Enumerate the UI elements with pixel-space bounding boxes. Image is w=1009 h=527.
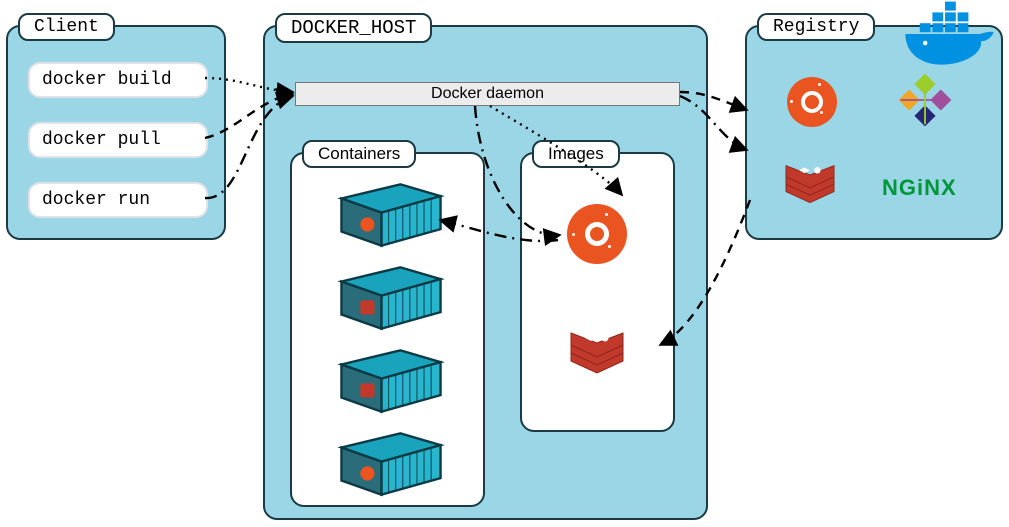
cmd-docker-pull: docker pull xyxy=(28,122,208,158)
container-icon xyxy=(332,262,450,334)
cmd-docker-build: docker build xyxy=(28,62,208,98)
ubuntu-icon xyxy=(567,204,627,269)
images-panel: Images xyxy=(520,152,675,432)
container-icon xyxy=(332,345,450,417)
cmd-docker-run: docker run xyxy=(28,182,208,218)
redis-icon xyxy=(567,329,627,386)
docker-whale-icon xyxy=(900,0,1008,75)
client-panel: Client docker build docker pull docker r… xyxy=(6,25,226,240)
centos-icon xyxy=(897,72,953,133)
containers-panel: Containers xyxy=(290,152,485,507)
client-label: Client xyxy=(18,13,115,41)
docker-daemon-bar: Docker daemon xyxy=(295,82,680,106)
container-icon xyxy=(332,179,450,251)
containers-label: Containers xyxy=(302,140,416,168)
docker-host-label: DOCKER_HOST xyxy=(275,13,432,43)
container-icon xyxy=(332,428,450,500)
docker-host-panel: DOCKER_HOST Docker daemon Containers xyxy=(263,25,708,520)
redis-icon xyxy=(782,162,838,215)
nginx-icon: NGiNX xyxy=(882,175,957,201)
registry-label: Registry xyxy=(757,13,875,41)
images-label: Images xyxy=(532,140,620,168)
ubuntu-icon xyxy=(787,77,837,132)
